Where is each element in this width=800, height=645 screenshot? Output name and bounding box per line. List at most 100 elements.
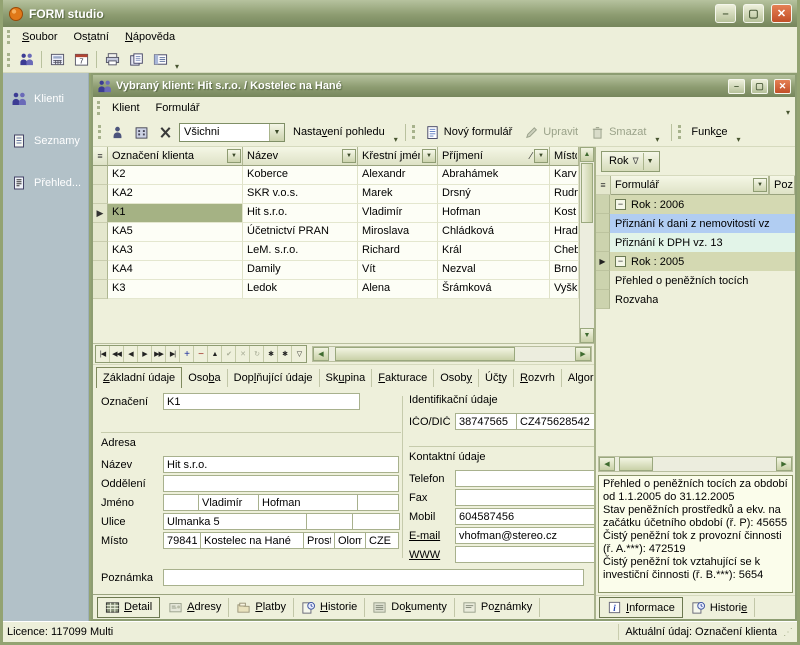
tab-historie[interactable]: Historie bbox=[684, 598, 755, 617]
cell[interactable]: Vyšk bbox=[550, 280, 579, 299]
www-field[interactable] bbox=[455, 546, 594, 563]
functions-button[interactable]: Funkce bbox=[685, 123, 733, 141]
client-menubar-grip[interactable] bbox=[97, 101, 100, 115]
client-close-button[interactable]: ✕ bbox=[774, 79, 791, 94]
group-row-rok-2006[interactable]: −Rok : 2006 bbox=[610, 195, 795, 214]
group-row-rok-2005[interactable]: −Rok : 2005 bbox=[610, 252, 795, 271]
okres-field[interactable] bbox=[303, 532, 335, 549]
nav-edit-button[interactable]: ▲ bbox=[208, 346, 222, 362]
tab-fakturace[interactable]: Fakturace bbox=[372, 369, 434, 387]
cell[interactable]: Alexandr bbox=[358, 166, 438, 185]
column-header-misto[interactable]: Místo bbox=[550, 147, 579, 166]
titul-field[interactable] bbox=[163, 494, 199, 511]
nav-next-button[interactable]: ▶ bbox=[138, 346, 152, 362]
toolbar-group-grip[interactable] bbox=[678, 125, 681, 139]
tab-dokumenty[interactable]: Dokumenty bbox=[365, 598, 455, 617]
menu-item-formular[interactable]: Formulář bbox=[148, 100, 208, 116]
copy-icon[interactable] bbox=[124, 49, 148, 71]
filter-dropdown-icon[interactable]: ▼ bbox=[422, 149, 436, 163]
scroll-right-icon[interactable]: ▶ bbox=[776, 457, 792, 471]
scrollbar-thumb[interactable] bbox=[581, 163, 593, 223]
grid-horizontal-scrollbar[interactable]: ◀ ▶ bbox=[312, 346, 592, 362]
stat-field[interactable] bbox=[365, 532, 399, 549]
cislo-orientacni-field[interactable] bbox=[352, 513, 400, 530]
group-overflow-icon[interactable]: ▾ bbox=[733, 135, 743, 145]
forms-list-row[interactable]: ▶−Rok : 2005 bbox=[596, 252, 795, 271]
tab-adresy[interactable]: Adresy bbox=[161, 598, 229, 617]
nav-filter-button[interactable]: ▽ bbox=[292, 346, 306, 362]
cell[interactable]: Kost bbox=[550, 204, 579, 223]
cell[interactable]: Brno bbox=[550, 261, 579, 280]
tab-poznamky[interactable]: Poznámky bbox=[455, 598, 540, 617]
grid-vertical-scrollbar[interactable]: ▲ ▼ bbox=[579, 147, 594, 343]
person-icon[interactable] bbox=[105, 121, 129, 143]
oznaceni-field[interactable] bbox=[163, 393, 360, 410]
dic-field[interactable] bbox=[516, 413, 594, 430]
table-row[interactable]: K3LedokAlenaŠrámkováVyšk bbox=[93, 280, 579, 299]
menubar-grip[interactable] bbox=[7, 30, 10, 44]
grid-corner-icon[interactable]: ≡ bbox=[596, 176, 611, 195]
sidebar-item-prehled[interactable]: Přehled... bbox=[3, 173, 88, 193]
cell[interactable]: Abrahámek bbox=[438, 166, 550, 185]
group-overflow-icon[interactable]: ▾ bbox=[652, 135, 662, 145]
toolbar-group-grip[interactable] bbox=[412, 125, 415, 139]
forms-list-row[interactable]: Rozvaha bbox=[596, 290, 795, 309]
oddeleni-field[interactable] bbox=[163, 475, 399, 492]
www-link-label[interactable]: WWW bbox=[409, 549, 455, 561]
forms-list-row[interactable]: Přiznání k dani z nemovitostí vz bbox=[596, 214, 795, 233]
cell[interactable]: Miroslava bbox=[358, 223, 438, 242]
forms-list-row[interactable]: Přiznání k DPH vz. 13 bbox=[596, 233, 795, 252]
chevron-down-icon[interactable]: ▼ bbox=[643, 153, 657, 170]
cell[interactable]: Cheb bbox=[550, 242, 579, 261]
nazev-field[interactable] bbox=[163, 456, 399, 473]
forms-horizontal-scrollbar[interactable]: ◀ ▶ bbox=[598, 456, 793, 472]
nav-first-button[interactable]: |◀ bbox=[96, 346, 110, 362]
tab-doplnujici-udaje[interactable]: Doplňující údaje bbox=[228, 369, 320, 387]
misto-field[interactable] bbox=[200, 532, 304, 549]
cell[interactable]: Chládková bbox=[438, 223, 550, 242]
menu-item-ostatni[interactable]: Ostatní bbox=[65, 29, 116, 45]
menu-item-napoveda[interactable]: Nápověda bbox=[117, 29, 183, 45]
psc-field[interactable] bbox=[163, 532, 201, 549]
nav-refresh-button[interactable]: ↻ bbox=[250, 346, 264, 362]
nav-prior-page-button[interactable]: ◀◀ bbox=[110, 346, 124, 362]
form-item-priznani-k-dani-z-nemovitosti-vz[interactable]: Přiznání k dani z nemovitostí vz bbox=[610, 214, 795, 233]
table-row[interactable]: KA4DamilyVítNezvalBrno bbox=[93, 261, 579, 280]
calculator-icon[interactable] bbox=[45, 49, 69, 71]
cell[interactable]: LeM. s.r.o. bbox=[243, 242, 358, 261]
menu-item-klient[interactable]: Klient bbox=[104, 100, 148, 116]
cell[interactable]: Damily bbox=[243, 261, 358, 280]
scroll-left-icon[interactable]: ◀ bbox=[599, 457, 615, 471]
email-field[interactable] bbox=[455, 527, 594, 544]
tab-detail[interactable]: Detail bbox=[97, 597, 160, 618]
cell[interactable]: Marek bbox=[358, 185, 438, 204]
tab-zakladni-udaje[interactable]: Základní údaje bbox=[96, 367, 182, 388]
scroll-left-icon[interactable]: ◀ bbox=[313, 347, 329, 361]
jmeno-field[interactable] bbox=[198, 494, 259, 511]
delete-client-icon[interactable] bbox=[153, 121, 177, 143]
cell[interactable]: Hofman bbox=[438, 204, 550, 223]
cell[interactable]: K2 bbox=[108, 166, 243, 185]
scroll-down-icon[interactable]: ▼ bbox=[580, 328, 594, 343]
toolbar-grip[interactable] bbox=[7, 53, 10, 67]
cell[interactable]: Richard bbox=[358, 242, 438, 261]
nav-next-page-button[interactable]: ▶▶ bbox=[152, 346, 166, 362]
table-row[interactable]: ▶K1Hit s.r.o.VladimírHofmanKost bbox=[93, 204, 579, 223]
nav-delete-button[interactable]: − bbox=[194, 346, 208, 362]
group-by-year-button[interactable]: Rok ∇ ▼ bbox=[601, 151, 660, 172]
chevron-down-icon[interactable]: ▼ bbox=[269, 124, 284, 141]
collapse-icon[interactable]: − bbox=[615, 256, 626, 267]
nav-search-button[interactable]: ✱ bbox=[264, 346, 278, 362]
toolbar-overflow-icon[interactable]: ▾ bbox=[172, 62, 182, 72]
form-item-rozvaha[interactable]: Rozvaha bbox=[610, 290, 795, 309]
tab-algoritmy[interactable]: Algoritmy bbox=[562, 369, 594, 387]
poznamka-field[interactable] bbox=[163, 569, 584, 586]
new-form-button[interactable]: Nový formulář bbox=[419, 122, 518, 143]
minimize-button[interactable]: – bbox=[715, 4, 736, 23]
resize-grip[interactable]: ⋰ bbox=[783, 627, 795, 638]
ulice-field[interactable] bbox=[163, 513, 307, 530]
maximize-button[interactable]: ▢ bbox=[743, 4, 764, 23]
formular-column-header[interactable]: Formulář bbox=[615, 179, 751, 191]
filter-dropdown-icon[interactable]: ▼ bbox=[753, 178, 767, 192]
sidebar-item-klienti[interactable]: Klienti bbox=[3, 89, 88, 109]
